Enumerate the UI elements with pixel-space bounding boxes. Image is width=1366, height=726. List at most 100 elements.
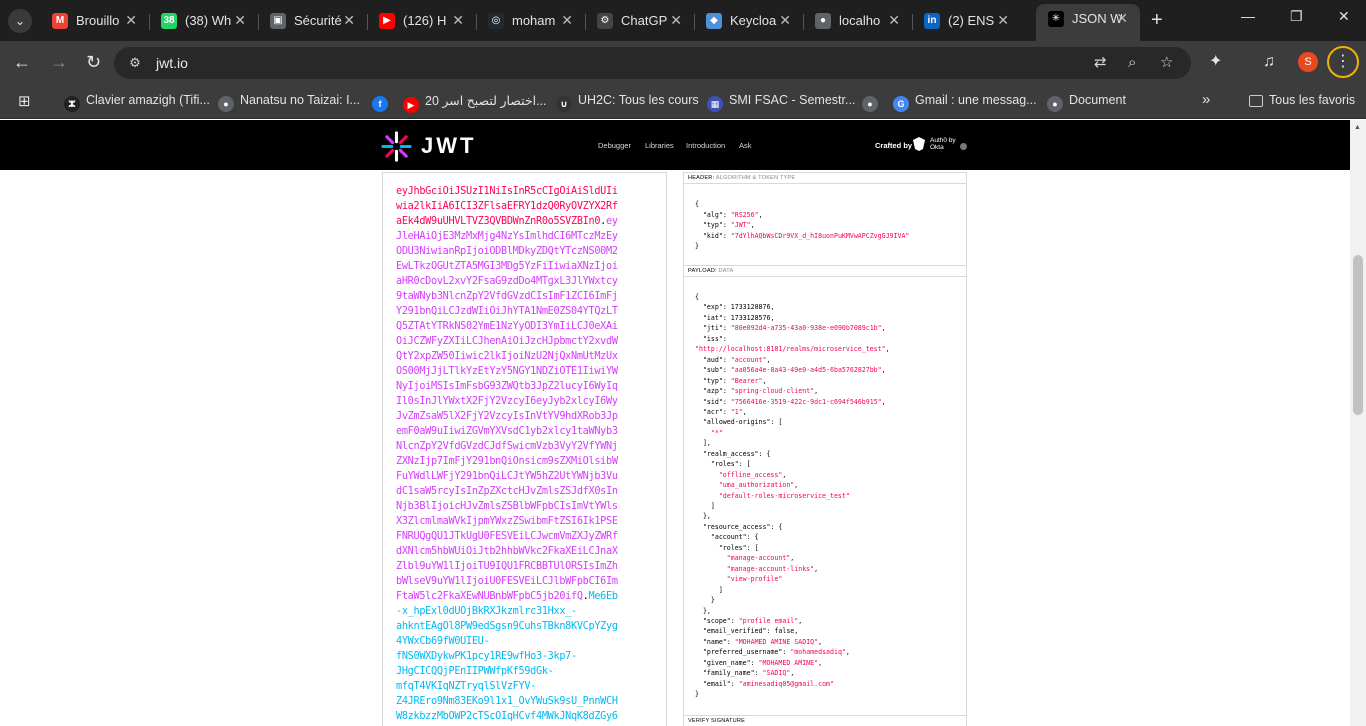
- token-payload-segment: bWlseV9uYW1lIjoiU0FESVEiLCJlbWFpbCI6Im: [396, 576, 618, 587]
- token-sig-segment: Z4JREro9Nm83EKo9l1x1_OvYWuSk9sU_PnnWCH: [396, 696, 618, 707]
- browser-tab[interactable]: ● localho ✕: [803, 6, 913, 36]
- profile-avatar[interactable]: S: [1298, 52, 1318, 72]
- bookmark-item[interactable]: ●: [862, 93, 884, 112]
- youtube-icon: ▶: [379, 13, 395, 29]
- header-json-editor[interactable]: { "alg": "RS256", "typ": "JWT", "kid": "…: [684, 186, 966, 264]
- bookmark-item[interactable]: ∪ UH2C: Tous les cours: [556, 93, 699, 112]
- media-control-icon[interactable]: ♫: [1263, 52, 1275, 72]
- token-payload-segment: FNRUQgQU1JTkUgU0FESVEiLCJwcmVmZXJyZWRf: [396, 531, 618, 542]
- close-tab-icon[interactable]: ✕: [888, 12, 900, 29]
- bookmark-item[interactable]: ▶ 20 اختصار لتصبح اسر...: [403, 93, 547, 113]
- close-tab-icon[interactable]: ✕: [561, 12, 573, 29]
- encoded-token-line: Q5ZTAtYTRkNS02YmE1NzYyODI3YmIiLCJ0eXAi: [396, 321, 618, 332]
- json-line: "iat": 1733128576,: [702, 313, 775, 322]
- json-line: }: [695, 596, 715, 605]
- scrollbar-thumb[interactable]: [1353, 255, 1363, 415]
- tab-label: Sécurité: [294, 13, 342, 28]
- close-tab-icon[interactable]: ✕: [997, 12, 1009, 29]
- bookmark-item[interactable]: f: [372, 93, 394, 112]
- tab-search-icon[interactable]: ⌄: [8, 9, 32, 33]
- browser-tab[interactable]: ◎ moham ✕: [476, 6, 586, 36]
- smi-icon: ▦: [707, 96, 723, 112]
- bookmark-label: Gmail : une messag...: [915, 93, 1037, 107]
- close-tab-icon[interactable]: ✕: [452, 12, 464, 29]
- page-viewport: JWT Debugger Libraries Introduction Ask …: [0, 120, 1350, 726]
- browser-tab[interactable]: ▶ (126) H ✕: [367, 6, 477, 36]
- bookmark-star-icon[interactable]: ☆: [1160, 54, 1173, 72]
- encoded-token-line: Njb3BlIjoicHJvZmlsZSBlbWFpbCIsImVtYWls: [396, 501, 618, 512]
- jwt-logo-icon[interactable]: [381, 131, 412, 162]
- bookmark-item[interactable]: ● Nanatsu no Taizai: I...: [218, 93, 360, 112]
- scroll-up-icon[interactable]: ▲: [1354, 124, 1361, 131]
- nav-libraries[interactable]: Libraries: [645, 141, 674, 150]
- restore-icon[interactable]: ❐: [1290, 8, 1303, 25]
- page-scrollbar[interactable]: ▲: [1350, 120, 1366, 726]
- encoded-token-panel[interactable]: eyJhbGciOiJSUzI1NiIsInR5cCIgOiAiSldUIi wi…: [382, 172, 667, 726]
- json-line: }: [695, 690, 699, 699]
- nav-ask[interactable]: Ask: [739, 141, 752, 150]
- bookmark-item[interactable]: ▦ SMI FSAC - Semestr...: [707, 93, 855, 112]
- token-payload-segment: emF0aW9uIiwiZGVmYXVsdC1yb2xlcy1taWNyb3: [396, 426, 618, 437]
- token-payload-segment: Y291bnQiLCJzdWIiOiJhYTA1NmE0ZS04YTQzLT: [396, 306, 618, 317]
- auth0-label[interactable]: Auth0 by Okta: [930, 137, 960, 151]
- site-info-icon[interactable]: ⚙: [126, 54, 144, 72]
- browser-tab[interactable]: in (2) ENS ✕: [912, 6, 1021, 36]
- json-line: "email": "aminesadiq05@gmail.com": [702, 679, 834, 688]
- close-tab-icon[interactable]: ✕: [670, 12, 682, 29]
- close-tab-icon[interactable]: ✕: [1116, 10, 1128, 27]
- close-tab-icon[interactable]: ✕: [234, 12, 246, 29]
- encoded-token-line: OS00MjJjLTlkYzEtYzY5NGY1NDZiOTE1IiwiYW: [396, 366, 618, 377]
- reload-icon[interactable]: ↻: [86, 52, 101, 72]
- bookmark-label: Document: [1069, 93, 1126, 107]
- extensions-icon[interactable]: ✦: [1209, 52, 1222, 72]
- more-bookmarks-icon[interactable]: »: [1202, 91, 1210, 108]
- url-text[interactable]: jwt.io: [156, 55, 188, 71]
- address-bar[interactable]: ⚙ jwt.io ⇄ ⌕ ☆: [114, 47, 1191, 79]
- forward-arrow-icon[interactable]: →: [50, 52, 68, 72]
- close-tab-icon[interactable]: ✕: [343, 12, 355, 29]
- all-bookmarks[interactable]: Tous les favoris: [1249, 93, 1355, 107]
- nav-introduction[interactable]: Introduction: [686, 141, 725, 150]
- encoded-token-line: -x_hpExl0dUOjBkRXJkzmlrc31Hxx_-: [396, 606, 577, 617]
- close-tab-icon[interactable]: ✕: [125, 12, 137, 29]
- encoded-token-line: dC1saW5rcyIsInZpZXctcHJvZmlsZSJdfX0sIn: [396, 486, 618, 497]
- zoom-icon[interactable]: ⌕: [1128, 54, 1136, 72]
- json-line: "sid": "7566416e-3519-422c-9dc1-c694f546…: [702, 397, 886, 406]
- auth0-shield-icon[interactable]: [912, 137, 926, 151]
- json-line: ]: [695, 502, 715, 510]
- back-arrow-icon[interactable]: ←: [13, 52, 31, 72]
- nav-debugger[interactable]: Debugger: [598, 141, 631, 150]
- browser-tab[interactable]: ⚙ ChatGP ✕: [585, 6, 695, 36]
- bookmark-label: Nanatsu no Taizai: I...: [240, 93, 360, 107]
- json-line: "scope": "profile email",: [702, 616, 803, 625]
- minimize-icon[interactable]: —: [1241, 8, 1255, 24]
- bookmark-item[interactable]: ● Document: [1047, 93, 1126, 112]
- close-window-icon[interactable]: ✕: [1338, 8, 1350, 25]
- json-line: "view-profile": [726, 575, 783, 584]
- browser-tab[interactable]: ◆ Keycloa ✕: [694, 6, 804, 36]
- github-icon: ◎: [488, 13, 504, 29]
- payload-json-editor[interactable]: { "exp": 1733128876, "iat": 1733128576, …: [684, 279, 966, 714]
- browser-tab[interactable]: ▣ Sécurité ✕: [258, 6, 368, 36]
- translate-icon[interactable]: ⇄: [1094, 54, 1107, 72]
- bookmark-label: 20 اختصار لتصبح اسر...: [425, 94, 547, 108]
- apps-grid-icon[interactable]: ⊞: [18, 92, 31, 110]
- browser-tab[interactable]: 38 (38) Wh ✕: [149, 6, 259, 36]
- browser-menu-icon[interactable]: ⋮: [1327, 46, 1359, 78]
- globe-icon: ●: [218, 96, 234, 112]
- encoded-token-line: Il0sInJlYWxtX2FjY2VzcyI6eyJyb2xlcyI6Wy: [396, 396, 618, 407]
- json-line: "given_name": "MOHAMED AMINE",: [702, 658, 823, 667]
- token-sig-segment: Me6Eb: [588, 591, 618, 602]
- bookmark-item[interactable]: ⵣ Clavier amazigh (Tifi...: [64, 93, 210, 112]
- browser-tab[interactable]: ✳ JSON W ✕: [1036, 4, 1140, 41]
- encoded-token-line: X3ZlcmlmaWVkIjpmYWxzZSwibmFtZSI6Ik1PSE: [396, 516, 618, 527]
- token-payload-segment: ZXNzIjp7ImFjY291bnQiOnsicm9sZXMiOlsibW: [396, 456, 618, 467]
- browser-tab[interactable]: M Brouillo ✕: [40, 6, 150, 36]
- close-tab-icon[interactable]: ✕: [779, 12, 791, 29]
- json-line: }: [695, 242, 699, 250]
- json-line: "account": {: [710, 533, 759, 542]
- crafted-by-label: Crafted by: [875, 141, 913, 150]
- bookmark-item[interactable]: G Gmail : une messag...: [893, 93, 1037, 112]
- new-tab-button[interactable]: +: [1151, 10, 1163, 30]
- verify-section-title: VERIFY SIGNATURE: [684, 715, 966, 726]
